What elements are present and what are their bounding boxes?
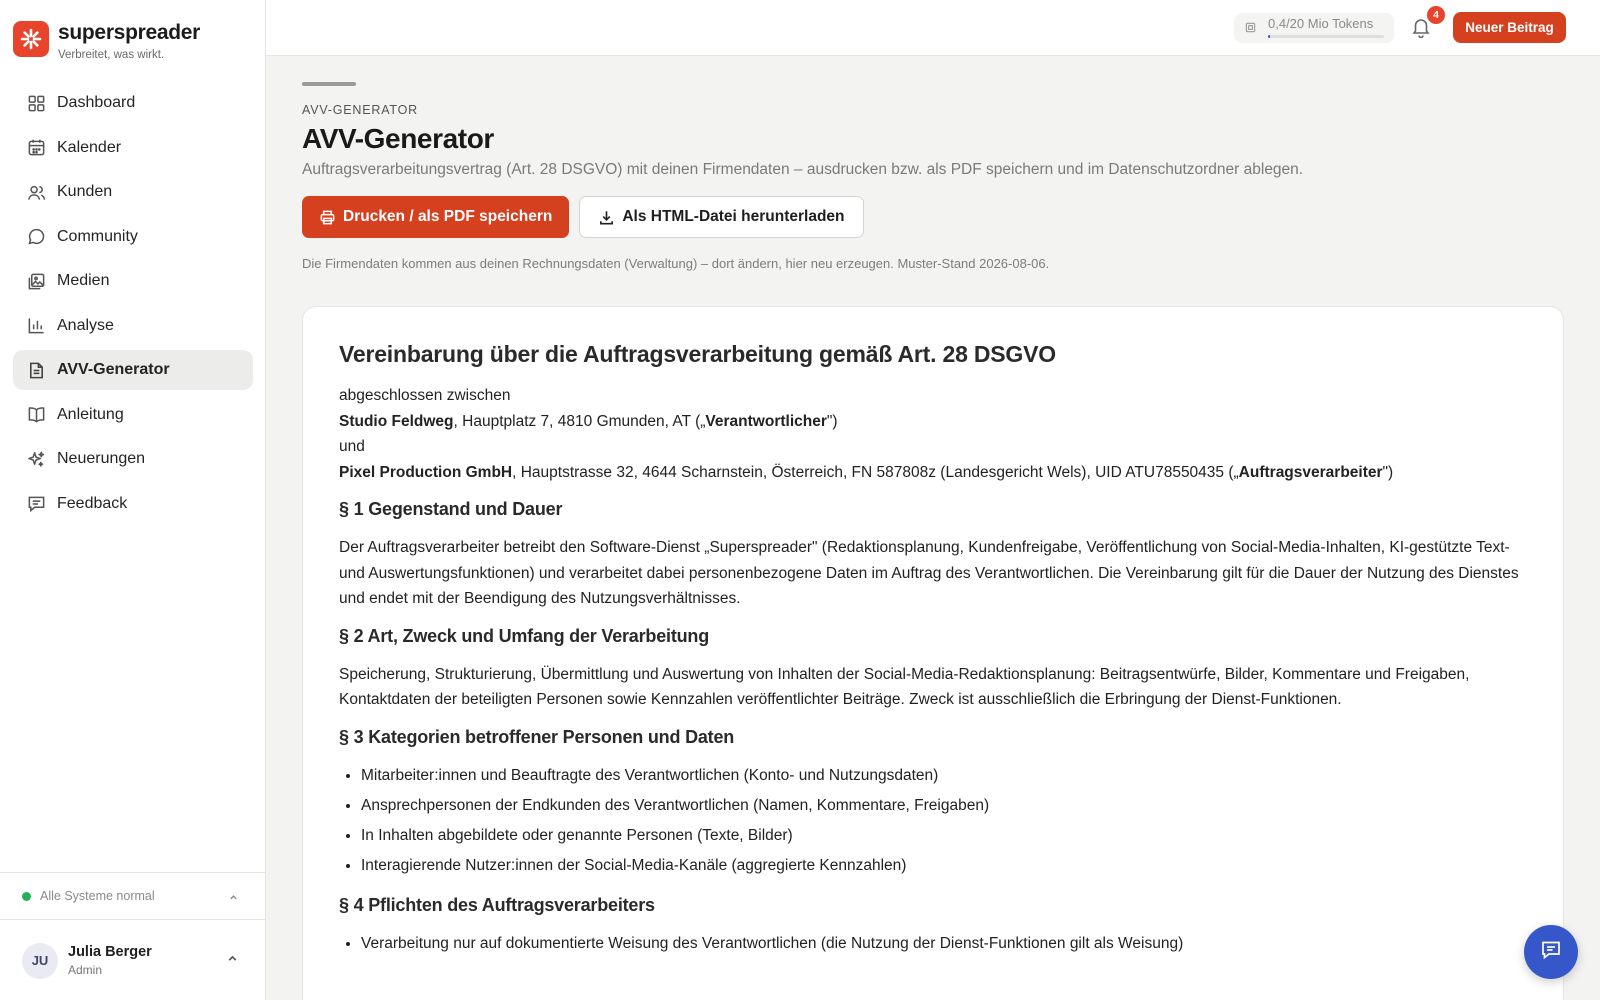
info-note: Die Firmendaten kommen aus deinen Rechnu… [302, 256, 1050, 271]
topbar: 0,4/20 Mio Tokens 4 Neuer Beitrag [266, 0, 1600, 56]
section-heading: § 3 Kategorien betroffener Personen und … [339, 726, 735, 747]
image-icon [26, 271, 46, 291]
page-subtitle: Auftragsverarbeitungsvertrag (Art. 28 DS… [302, 161, 1304, 178]
section-heading: § 1 Gegenstand und Dauer [339, 499, 563, 519]
token-usage[interactable]: 0,4/20 Mio Tokens [1234, 13, 1394, 43]
sidebar-item-label: Feedback [57, 494, 128, 512]
document-icon [26, 360, 46, 380]
sidebar-item-kunden[interactable]: Kunden [13, 172, 253, 212]
user-role: Admin [68, 963, 103, 977]
chevron-up-icon [226, 952, 239, 970]
token-usage-fill [1268, 35, 1271, 38]
party-processor: Pixel Production GmbH, Hauptstrasse 32, … [339, 460, 1527, 486]
sidebar-item-label: Neuerungen [57, 450, 146, 467]
and-line: und [339, 438, 365, 455]
system-status[interactable]: Alle Systeme normal [0, 872, 265, 920]
sidebar-item-label: Kunden [57, 183, 113, 200]
section-list: Mitarbeiter:innen und Beauftragte des Ve… [339, 761, 1527, 881]
print-pdf-button[interactable]: Drucken / als PDF speichern [302, 196, 570, 238]
sidebar-item-label: Dashboard [57, 94, 136, 111]
party-processor-address: , Hauptstrasse 32, 4644 Scharnstein, Öst… [512, 463, 1239, 481]
sidebar-item-label: Analyse [57, 316, 114, 334]
sidebar: superspreader Verbreitet, was wirkt. Das… [0, 0, 266, 1000]
sidebar-item-label: AVV-Generator [57, 361, 170, 378]
logo-icon [13, 21, 49, 57]
party-controller-address: , Hauptplatz 7, 4810 Gmunden, AT („ [453, 412, 706, 430]
users-icon [26, 182, 46, 202]
list-item: Mitarbeiter:innen und Beauftragte des Ve… [361, 761, 1527, 791]
book-icon [26, 405, 46, 425]
grid-icon [26, 93, 46, 113]
party-controller-role: Verantwortlicher [705, 412, 827, 430]
list-item: Verarbeitung nur auf dokumentierte Weisu… [361, 929, 1527, 959]
sparkle-icon [26, 449, 46, 469]
sidebar-item-community[interactable]: Community [13, 217, 253, 257]
sidebar-item-analyse[interactable]: Analyse [13, 306, 253, 346]
section-heading: § 2 Art, Zweck und Umfang der Verarbeitu… [339, 625, 710, 646]
sidebar-item-label: Community [57, 227, 138, 245]
user-menu[interactable]: JU Julia Berger Admin [0, 921, 265, 1000]
party-controller-name: Studio Feldweg [339, 412, 454, 430]
calendar-icon [26, 138, 46, 158]
sidebar-nav: Dashboard Kalender Kunden Community Medi… [13, 83, 253, 528]
section-text: Der Auftragsverarbeiter betreibt den Sof… [339, 539, 1519, 607]
breadcrumb: AVV-GENERATOR [302, 103, 418, 117]
sidebar-item-feedback[interactable]: Feedback [13, 484, 253, 524]
chat-bubble-icon [26, 227, 46, 247]
download-icon [598, 209, 615, 226]
chat-fab-button[interactable] [1524, 925, 1578, 979]
status-dot [22, 891, 31, 901]
download-html-label: Als HTML-Datei herunterladen [622, 208, 845, 225]
user-name: Julia Berger [68, 944, 152, 960]
accent-line [302, 82, 356, 86]
page-title: AVV-Generator [302, 123, 494, 154]
notification-badge: 4 [1427, 6, 1445, 24]
status-text: Alle Systeme normal [40, 889, 155, 903]
chip-icon [1244, 21, 1257, 39]
section-heading: § 4 Pflichten des Auftragsverarbeiters [339, 894, 655, 915]
new-post-button[interactable]: Neuer Beitrag [1453, 12, 1566, 43]
list-item: In Inhalten abgebildete oder genannte Pe… [361, 821, 1527, 851]
sidebar-item-medien[interactable]: Medien [13, 261, 253, 301]
brand[interactable]: superspreader Verbreitet, was wirkt. [13, 21, 200, 61]
avatar: JU [22, 942, 58, 979]
brand-tagline: Verbreitet, was wirkt. [58, 49, 165, 61]
chevron-up-icon [228, 890, 239, 908]
party-processor-role: Auftragsverarbeiter [1238, 463, 1383, 481]
list-item: Ansprechpersonen der Endkunden des Veran… [361, 791, 1527, 821]
sidebar-item-kalender[interactable]: Kalender [13, 128, 253, 168]
print-pdf-label: Drucken / als PDF speichern [343, 208, 553, 225]
sidebar-item-dashboard[interactable]: Dashboard [13, 83, 253, 123]
between-line: abgeschlossen zwischen [339, 387, 511, 404]
action-bar: Drucken / als PDF speichern Als HTML-Dat… [302, 196, 1564, 238]
bell-icon [1410, 19, 1432, 42]
download-html-button[interactable]: Als HTML-Datei herunterladen [579, 196, 864, 238]
page-header: AVV-GENERATOR AVV-Generator Auftragsvera… [302, 82, 1564, 271]
sidebar-item-label: Anleitung [57, 405, 124, 423]
section-text: Speicherung, Strukturierung, Übermittlun… [339, 665, 1470, 709]
document-title: Vereinbarung über die Auftragsverarbeitu… [339, 341, 1056, 367]
party-processor-name: Pixel Production GmbH [339, 463, 513, 481]
token-usage-bar [1268, 35, 1384, 38]
brand-name: superspreader [58, 21, 201, 44]
sidebar-item-avv-generator[interactable]: AVV-Generator [13, 350, 253, 390]
chat-icon [1540, 939, 1562, 966]
contract-document: Vereinbarung über die Auftragsverarbeitu… [302, 306, 1564, 1000]
token-usage-label: 0,4/20 Mio Tokens [1268, 16, 1374, 31]
party-controller-close: ") [826, 412, 838, 430]
sidebar-item-label: Medien [57, 272, 110, 289]
message-square-icon [26, 494, 46, 514]
sidebar-item-label: Kalender [57, 138, 122, 156]
sidebar-item-neuerungen[interactable]: Neuerungen [13, 439, 253, 479]
list-item: Interagierende Nutzer:innen der Social-M… [361, 851, 1527, 881]
party-processor-close: ") [1382, 463, 1394, 481]
printer-icon [319, 209, 336, 226]
section-list: Verarbeitung nur auf dokumentierte Weisu… [339, 929, 1527, 959]
contract-parties: abgeschlossen zwischen Studio Feldweg, H… [339, 383, 1527, 485]
bar-chart-icon [26, 316, 46, 336]
sidebar-item-anleitung[interactable]: Anleitung [13, 395, 253, 435]
party-controller: Studio Feldweg, Hauptplatz 7, 4810 Gmund… [339, 409, 1527, 435]
